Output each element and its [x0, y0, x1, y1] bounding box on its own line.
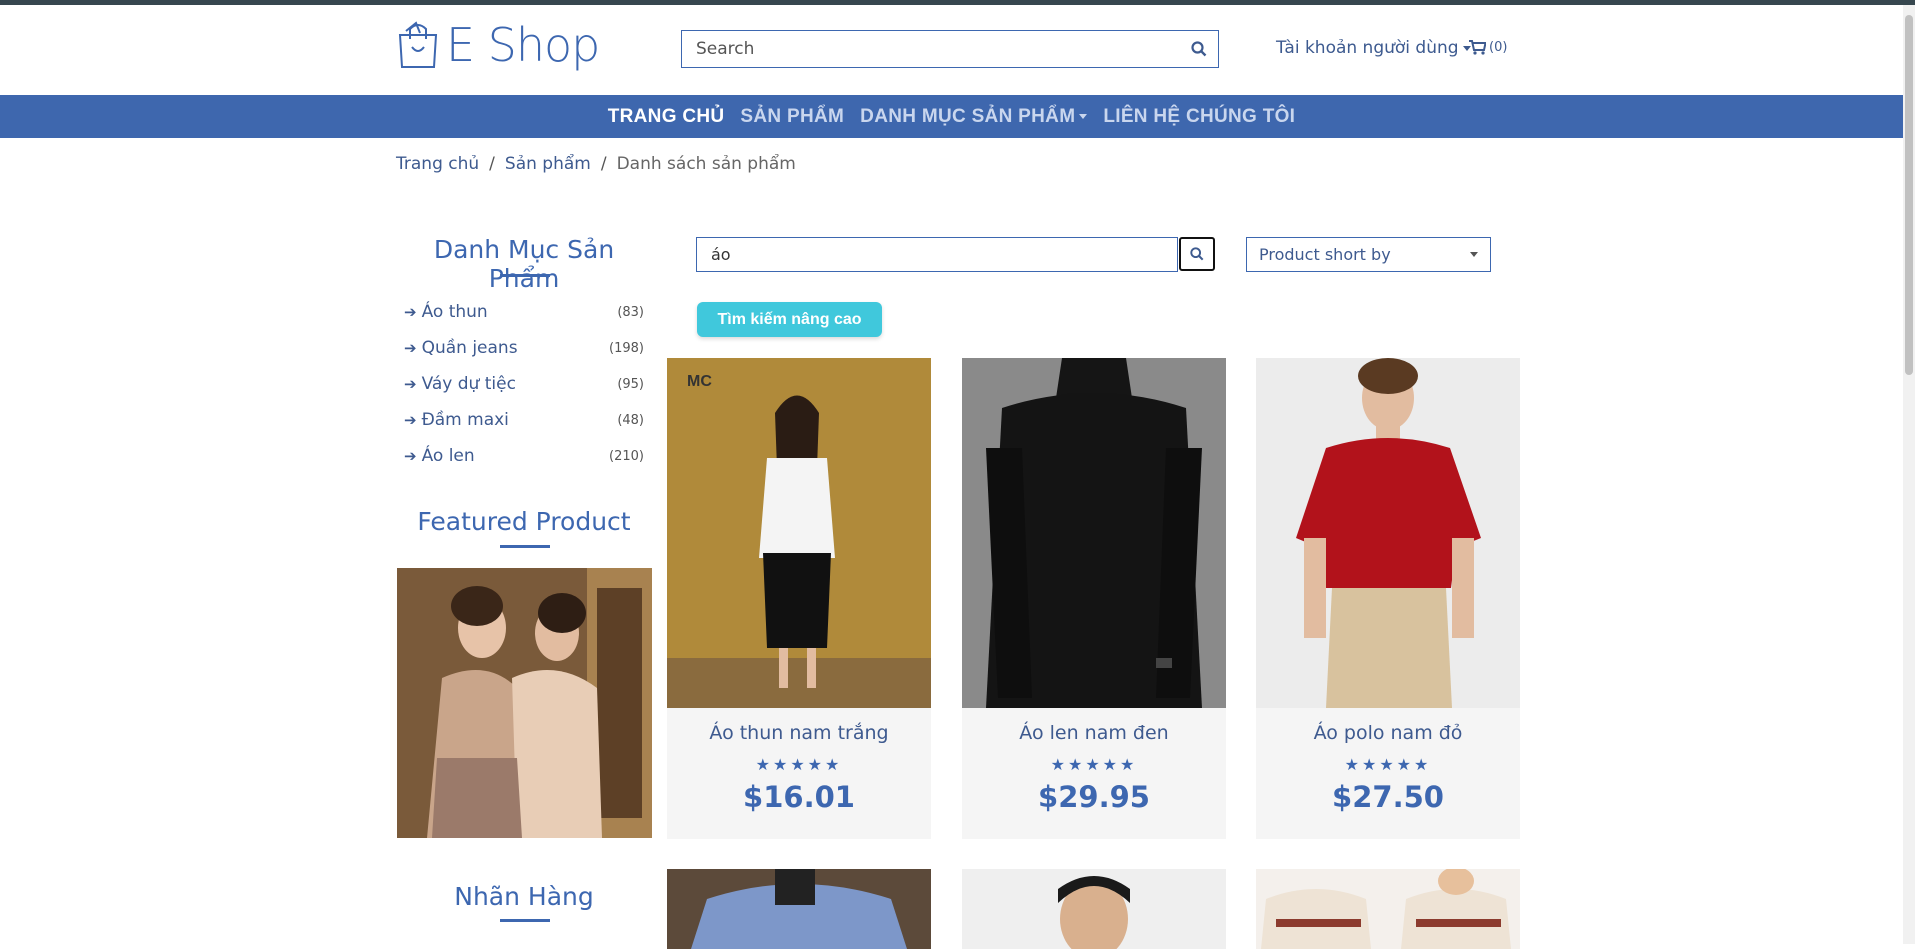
nav-contact[interactable]: LIÊN HỆ CHÚNG TÔI	[1095, 106, 1303, 128]
page-scrollbar[interactable]	[1903, 5, 1915, 944]
category-name: Áo thun	[421, 302, 488, 322]
cart-count: (0)	[1489, 40, 1508, 55]
product-image[interactable]	[962, 869, 1226, 949]
breadcrumb-home[interactable]: Trang chủ	[396, 154, 479, 174]
title-underline	[500, 274, 550, 277]
breadcrumb-current: Danh sách sản phẩm	[616, 154, 796, 174]
shopping-bag-icon	[398, 21, 438, 68]
chevron-down-icon	[1470, 252, 1478, 257]
product-image[interactable]	[667, 869, 931, 949]
product-card[interactable]	[667, 869, 931, 949]
brands-title: Nhãn Hàng	[454, 882, 594, 911]
category-item[interactable]: ➔ Quần jeans (198)	[404, 330, 644, 366]
product-name[interactable]: Áo polo nam đỏ	[1256, 722, 1520, 744]
search-icon	[1190, 247, 1204, 261]
nav-home-label: TRANG CHỦ	[607, 105, 725, 127]
title-underline	[500, 545, 550, 548]
header-search	[681, 30, 1219, 68]
arrow-right-icon: ➔	[404, 303, 417, 321]
breadcrumb-separator: /	[600, 154, 607, 174]
category-count: (210)	[609, 448, 644, 464]
header-search-button[interactable]	[1180, 31, 1218, 67]
cart-button[interactable]: (0)	[1469, 40, 1507, 55]
header-search-input[interactable]	[682, 32, 1180, 66]
category-list: ➔ Áo thun (83) ➔ Quần jeans (198) ➔ Váy dự ti…	[404, 294, 644, 474]
categories-title: Danh Mục Sản Phẩm	[433, 235, 615, 293]
breadcrumb-products[interactable]: Sản phẩm	[505, 154, 591, 174]
star-rating: ★★★★★	[755, 757, 843, 774]
product-image[interactable]: MC	[667, 358, 931, 708]
title-underline	[500, 919, 550, 922]
featured-product-image[interactable]	[397, 568, 652, 838]
sort-select[interactable]: Product short by	[1246, 237, 1491, 272]
category-count: (95)	[617, 376, 644, 392]
breadcrumb-separator: /	[489, 154, 495, 174]
product-price: $16.01	[743, 780, 855, 814]
featured-title: Featured Product	[417, 507, 631, 536]
product-price: $27.50	[1332, 780, 1444, 814]
arrow-right-icon: ➔	[404, 375, 417, 393]
product-search	[696, 237, 1178, 272]
nav-home[interactable]: TRANG CHỦ	[600, 106, 733, 128]
category-name: Váy dự tiệc	[421, 374, 516, 394]
main-navbar: TRANG CHỦ SẢN PHẨM DANH MỤC SẢN PHẨM LIÊ…	[0, 95, 1903, 138]
breadcrumb: Trang chủ / Sản phẩm / Danh sách sản phẩ…	[396, 154, 796, 174]
category-count: (48)	[617, 412, 644, 428]
star-rating: ★★★★★	[1344, 757, 1432, 774]
nav-contact-label: LIÊN HỆ CHÚNG TÔI	[1103, 105, 1296, 127]
category-count: (83)	[617, 304, 644, 320]
chevron-down-icon	[1079, 114, 1088, 119]
nav-products-label: SẢN PHẨM	[740, 105, 845, 127]
category-name: Áo len	[421, 446, 475, 466]
product-image[interactable]	[1256, 358, 1520, 708]
arrow-right-icon: ➔	[404, 339, 417, 357]
star-rating: ★★★★★	[1050, 757, 1138, 774]
category-item[interactable]: ➔ Váy dự tiệc (95)	[404, 366, 644, 402]
sort-label: Product short by	[1259, 245, 1391, 264]
product-image[interactable]	[1256, 869, 1520, 949]
scrollbar-thumb[interactable]	[1905, 15, 1913, 375]
product-card[interactable]	[962, 869, 1226, 949]
category-item[interactable]: ➔ Áo len (210)	[404, 438, 644, 474]
nav-categories[interactable]: DANH MỤC SẢN PHẨM	[852, 106, 1095, 128]
category-item[interactable]: ➔ Áo thun (83)	[404, 294, 644, 330]
cart-icon	[1469, 40, 1486, 55]
product-card[interactable]	[1256, 869, 1520, 949]
window-top-border	[0, 0, 1915, 5]
category-item[interactable]: ➔ Đầm maxi (48)	[404, 402, 644, 438]
product-card[interactable]: Áo len nam đen ★★★★★ $29.95	[962, 358, 1226, 839]
product-search-input[interactable]	[697, 245, 1177, 264]
arrow-right-icon: ➔	[404, 411, 417, 429]
product-card[interactable]: Áo polo nam đỏ ★★★★★ $27.50	[1256, 358, 1520, 839]
search-icon	[1191, 41, 1207, 57]
nav-categories-label: DANH MỤC SẢN PHẨM	[860, 105, 1076, 127]
category-name: Đầm maxi	[421, 410, 509, 430]
category-name: Quần jeans	[421, 338, 518, 358]
arrow-right-icon: ➔	[404, 447, 417, 465]
product-search-button[interactable]	[1179, 237, 1215, 271]
logo[interactable]: E Shop	[396, 18, 600, 72]
product-price: $29.95	[1038, 780, 1150, 814]
account-dropdown[interactable]: Tài khoản người dùng	[1276, 38, 1471, 58]
advanced-search-button[interactable]: Tìm kiếm nâng cao	[697, 302, 882, 337]
product-name[interactable]: Áo thun nam trắng	[667, 722, 931, 744]
svg-text:MC: MC	[687, 373, 712, 390]
nav-products[interactable]: SẢN PHẨM	[732, 106, 852, 128]
logo-text: E Shop	[446, 18, 600, 72]
product-card[interactable]: MC Áo thun nam trắng ★★★★★ $16.01	[667, 358, 931, 839]
category-count: (198)	[609, 340, 644, 356]
product-name[interactable]: Áo len nam đen	[962, 722, 1226, 744]
account-label: Tài khoản người dùng	[1276, 38, 1459, 58]
product-image[interactable]	[962, 358, 1226, 708]
